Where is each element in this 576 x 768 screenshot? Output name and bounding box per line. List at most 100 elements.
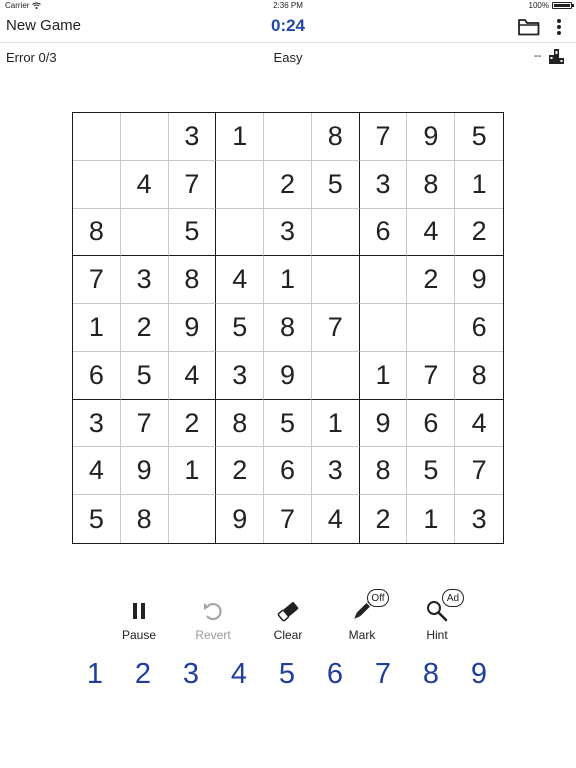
sudoku-cell[interactable]: 6 [407,399,456,448]
sudoku-cell[interactable]: 2 [120,304,169,352]
number-button-3[interactable]: 3 [171,658,211,691]
sudoku-cell[interactable]: 8 [311,113,360,161]
sudoku-cell[interactable]: 3 [120,256,169,305]
sudoku-cell[interactable]: 3 [311,447,360,496]
sudoku-cell[interactable]: 5 [120,351,169,400]
folder-button[interactable] [518,18,540,41]
sudoku-cell[interactable]: 7 [455,447,503,496]
number-button-1[interactable]: 1 [75,658,115,691]
sudoku-cell[interactable]: 1 [455,161,503,209]
sudoku-cell[interactable]: 5 [407,447,456,496]
sudoku-cell[interactable]: 5 [311,160,360,209]
sudoku-cell[interactable]: 1 [359,351,408,400]
sudoku-cell[interactable]: 3 [168,113,217,161]
number-button-5[interactable]: 5 [267,658,307,691]
number-button-6[interactable]: 6 [315,658,355,691]
sudoku-cell[interactable] [311,351,360,400]
sudoku-cell[interactable] [311,256,360,305]
sudoku-cell[interactable]: 6 [359,208,408,257]
sudoku-cell[interactable]: 3 [359,160,408,209]
sudoku-cell[interactable]: 2 [168,399,217,448]
sudoku-cell[interactable]: 4 [407,208,456,257]
sudoku-cell[interactable]: 7 [168,160,217,209]
sudoku-cell[interactable]: 8 [455,352,503,400]
sudoku-cell[interactable] [216,208,265,257]
sudoku-cell[interactable] [120,113,169,161]
sudoku-cell[interactable]: 9 [264,351,312,400]
mark-button[interactable]: Off Mark [327,589,397,642]
sudoku-cell[interactable]: 7 [73,256,121,305]
sudoku-cell[interactable]: 1 [73,304,121,352]
sudoku-cell[interactable]: 7 [311,304,360,352]
sudoku-cell[interactable]: 5 [455,113,503,161]
revert-button[interactable]: Revert [178,594,248,642]
sudoku-cell[interactable]: 2 [407,256,456,305]
number-button-7[interactable]: 7 [363,658,403,691]
number-button-2[interactable]: 2 [123,658,163,691]
sudoku-cell[interactable]: 1 [311,399,360,448]
new-game-button[interactable]: New Game [6,17,81,34]
sudoku-cell[interactable]: 8 [264,304,312,352]
sudoku-cell[interactable]: 5 [216,304,265,352]
number-button-8[interactable]: 8 [411,658,451,691]
sudoku-cell[interactable]: 2 [264,160,312,209]
sudoku-cell[interactable] [264,113,312,161]
sudoku-cell[interactable]: 4 [312,495,360,543]
hint-button[interactable]: Ad Hint [402,589,472,642]
sudoku-cell[interactable]: 3 [264,208,312,257]
sudoku-cell[interactable]: 8 [73,208,121,257]
sudoku-cell[interactable] [169,495,217,543]
sudoku-cell[interactable]: 5 [168,208,217,257]
sudoku-cell[interactable]: 3 [455,495,503,543]
sudoku-cell[interactable]: 7 [264,495,312,543]
sudoku-cell[interactable]: 8 [407,160,456,209]
sudoku-cell[interactable]: 4 [73,447,121,496]
sudoku-cell[interactable]: 2 [455,209,503,257]
battery-status: 100% [529,1,574,10]
sudoku-cell[interactable] [311,208,360,257]
sudoku-cell[interactable]: 9 [359,399,408,448]
sudoku-cell[interactable]: 4 [455,400,503,448]
clear-button[interactable]: Clear [253,594,323,642]
sudoku-cell[interactable]: 4 [120,160,169,209]
sudoku-cell[interactable]: 1 [264,256,312,305]
sudoku-cell[interactable]: 6 [264,447,312,496]
sudoku-cell[interactable]: 1 [216,113,265,161]
number-button-4[interactable]: 4 [219,658,259,691]
sudoku-cell[interactable]: 9 [216,495,265,543]
sudoku-cell[interactable]: 9 [120,447,169,496]
sudoku-cell[interactable]: 6 [455,304,503,352]
more-options-button[interactable] [555,17,563,37]
sudoku-cell[interactable]: 6 [73,351,121,400]
sudoku-cell[interactable]: 5 [73,495,121,543]
sudoku-cell[interactable] [359,304,408,352]
sudoku-cell[interactable]: 8 [121,495,169,543]
sudoku-cell[interactable]: 7 [120,399,169,448]
sudoku-cell[interactable] [359,256,408,305]
number-button-9[interactable]: 9 [459,658,499,691]
sudoku-cell[interactable] [120,208,169,257]
sudoku-cell[interactable]: 9 [455,256,503,305]
sudoku-cell[interactable]: 3 [73,399,121,448]
sudoku-cell[interactable]: 7 [359,113,408,161]
sudoku-cell[interactable]: 9 [407,113,456,161]
sudoku-cell[interactable]: 2 [216,447,265,496]
sudoku-cell[interactable]: 7 [407,351,456,400]
sudoku-cell[interactable] [216,160,265,209]
sudoku-cell[interactable]: 3 [216,351,265,400]
sudoku-cell[interactable] [407,304,456,352]
sudoku-cell[interactable] [73,160,121,209]
sudoku-cell[interactable]: 1 [407,495,456,543]
sudoku-cell[interactable] [73,113,121,161]
sudoku-cell[interactable]: 1 [168,447,217,496]
sudoku-cell[interactable]: 8 [168,256,217,305]
sudoku-cell[interactable]: 9 [168,304,217,352]
sudoku-cell[interactable]: 4 [216,256,265,305]
sudoku-cell[interactable]: 8 [359,447,408,496]
pause-button[interactable]: Pause [104,594,174,642]
sudoku-cell[interactable]: 4 [168,351,217,400]
sudoku-cell[interactable]: 8 [216,399,265,448]
leaderboard-button[interactable] [548,47,566,68]
sudoku-cell[interactable]: 5 [264,399,312,448]
sudoku-cell[interactable]: 2 [360,495,408,543]
